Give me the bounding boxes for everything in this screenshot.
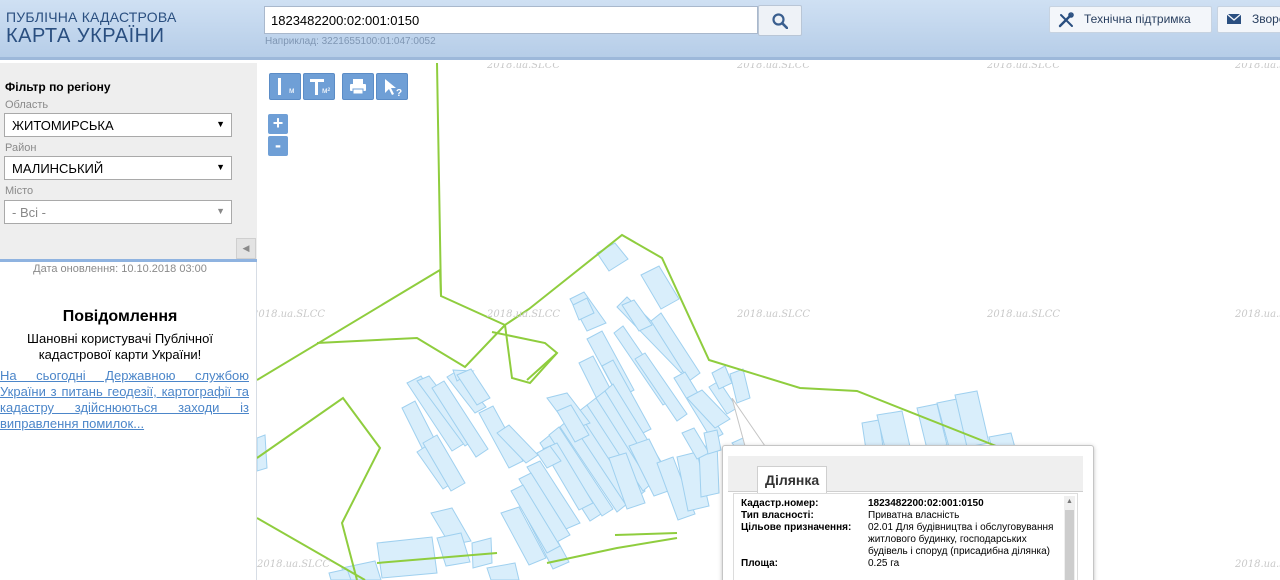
chevron-down-icon: ▼ [216,206,225,216]
city-value: - Всі - [12,205,46,220]
envelope-icon [1226,13,1242,24]
city-select[interactable]: - Всі - ▼ [4,200,232,224]
watermark: 2018.ua.SLCC [487,309,561,320]
measure-distance-button[interactable]: м [269,73,301,100]
popup-body: Кадастр.номер: 1823482200:02:001:0150 Ти… [733,493,1078,580]
raion-value: МАЛИНСЬКИЙ [12,161,104,176]
scrollbar-thumb[interactable] [1065,510,1074,580]
chevron-left-icon: ◀ [242,243,250,253]
oblast-select[interactable]: ЖИТОМИРСЬКА ▼ [4,113,232,137]
info-value: 02.01 Для будівництва і обслуговування ж… [868,522,1054,557]
parcel [596,242,629,272]
boundary-line [316,324,506,369]
header: ПУБЛІЧНА КАДАСТРОВА КАРТА УКРАЇНИ Наприк… [0,0,1280,60]
boundary-line [546,537,678,564]
watermark: 2018.ua.SLCC [1235,309,1280,320]
boundary-line [257,268,442,381]
tools-icon [1058,12,1074,28]
sidebar: Фільтр по регіону Область ЖИТОМИРСЬКА ▼ … [0,63,257,580]
popup-tabbar: Ділянка [728,456,1083,493]
popup-pointer [731,398,766,447]
watermark: 2018.ua.SLCC [487,63,561,71]
parcel-popup: ✕ Ділянка Кадастр.номер: 1823482200:02:0… [722,445,1094,580]
search-example: Наприклад: 3221655100:01:047:0052 [265,36,436,47]
search-input[interactable] [264,6,758,34]
search-button[interactable] [758,5,802,36]
contact-label: Зворотній зв'язок [1252,12,1280,26]
zoom-in-button[interactable]: + [268,114,288,134]
measure-area-button[interactable]: м² [303,73,335,100]
chevron-down-icon: ▼ [216,119,225,129]
map[interactable]: 2018.ua.SLCC 2018.ua.SLCC 2018.ua.SLCC 2… [257,63,1280,580]
collapse-sidebar-button[interactable]: ◀ [236,238,256,259]
identify-button[interactable]: ? [376,73,408,100]
logo-line1: ПУБЛІЧНА КАДАСТРОВА [6,9,177,25]
area-unit: м² [322,86,331,95]
info-key: Цільове призначення: [741,522,852,533]
boundary-line [614,532,678,536]
zoom-out-button[interactable]: - [268,136,288,156]
scroll-up-icon: ▲ [1066,498,1073,505]
region-filter: Фільтр по регіону Область ЖИТОМИРСЬКА ▼ … [0,63,257,259]
contact-button[interactable]: Зворотній зв'язок [1217,6,1280,33]
ruler-unit: м [289,86,295,95]
logo-line2: КАРТА УКРАЇНИ [6,25,165,47]
watermark: 2018.ua.SLCC [1235,63,1280,71]
watermark: 2018.ua.SLCC [737,63,811,71]
info-value: 1823482200:02:001:0150 [868,498,984,509]
info-key: Площа: [741,558,778,569]
watermark: 2018.ua.SLCC [987,63,1061,71]
watermark: 2018.ua.SLCC [737,309,811,320]
chevron-down-icon: ▼ [216,162,225,172]
popup-scrollbar[interactable]: ▲ [1064,496,1075,580]
info-key: Кадастр.номер: [741,498,819,509]
oblast-value: ЖИТОМИРСЬКА [12,118,114,133]
support-label: Технічна підтримка [1084,12,1191,26]
print-button[interactable] [342,73,374,100]
printer-icon [350,79,366,95]
message-title: Повідомлення [62,308,178,325]
raion-select[interactable]: МАЛИНСЬКИЙ ▼ [4,156,232,180]
parcel [640,265,680,310]
filter-title: Фільтр по регіону [5,80,111,94]
support-button[interactable]: Технічна підтримка [1049,6,1212,33]
watermark: 2018.ua.SLCC [1235,559,1280,570]
parcel [486,562,520,580]
logo[interactable]: ПУБЛІЧНА КАДАСТРОВА КАРТА УКРАЇНИ [6,9,177,48]
update-date: Дата оновлення: 10.10.2018 03:00 [33,263,207,275]
info-value: Приватна власність [868,510,960,521]
city-label: Місто [5,185,34,197]
search-icon [772,13,788,29]
cursor-question-icon: ? [385,79,402,99]
info-value: 0.25 га [868,558,900,569]
boundary-line [491,324,559,385]
raion-label: Район [5,142,37,154]
tab-parcel[interactable]: Ділянка [757,466,828,493]
svg-text:?: ? [396,88,402,99]
watermark: 2018.ua.SLCC [257,309,326,320]
message-text: Шановні користувачі Публічної кадастрово… [27,331,213,362]
info-key: Тип власності: [741,510,814,521]
boundary-line [526,352,558,381]
watermark: 2018.ua.SLCC [987,309,1061,320]
watermark: 2018.ua.SLCC [257,559,331,570]
ruler-icon [278,78,281,95]
oblast-label: Область [5,99,49,111]
parcel [376,536,438,579]
message-link[interactable]: На сьогодні Державною службою України з … [0,368,249,432]
divider [0,259,257,262]
